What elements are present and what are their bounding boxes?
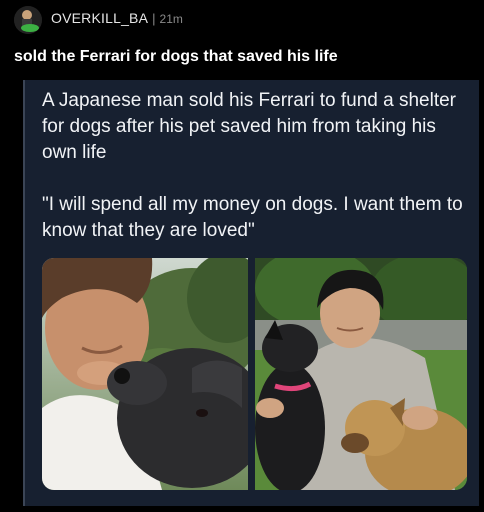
tweet-body: A Japanese man sold his Ferrari to fund …: [42, 88, 467, 244]
photo-man-with-dog-image: [42, 258, 248, 490]
meta-separator: |: [152, 11, 156, 26]
post-title[interactable]: sold the Ferrari for dogs that saved his…: [14, 48, 338, 66]
timestamp: 21m: [159, 12, 183, 26]
photo-man-with-two-dogs[interactable]: [255, 258, 467, 490]
tweet-paragraph-1: A Japanese man sold his Ferrari to fund …: [42, 90, 457, 163]
post-meta: OVERKILL_BA | 21m: [51, 10, 183, 26]
avatar[interactable]: [14, 6, 42, 34]
username[interactable]: OVERKILL_BA: [51, 10, 148, 26]
avatar-icon: [14, 6, 42, 34]
post-header: OVERKILL_BA | 21m: [0, 0, 484, 38]
tweet-paragraph-2: "I will spend all my money on dogs. I wa…: [42, 194, 463, 241]
tweet-card[interactable]: A Japanese man sold his Ferrari to fund …: [23, 80, 479, 506]
photo-man-with-two-dogs-image: [255, 258, 467, 490]
photo-man-with-dog[interactable]: [42, 258, 248, 490]
